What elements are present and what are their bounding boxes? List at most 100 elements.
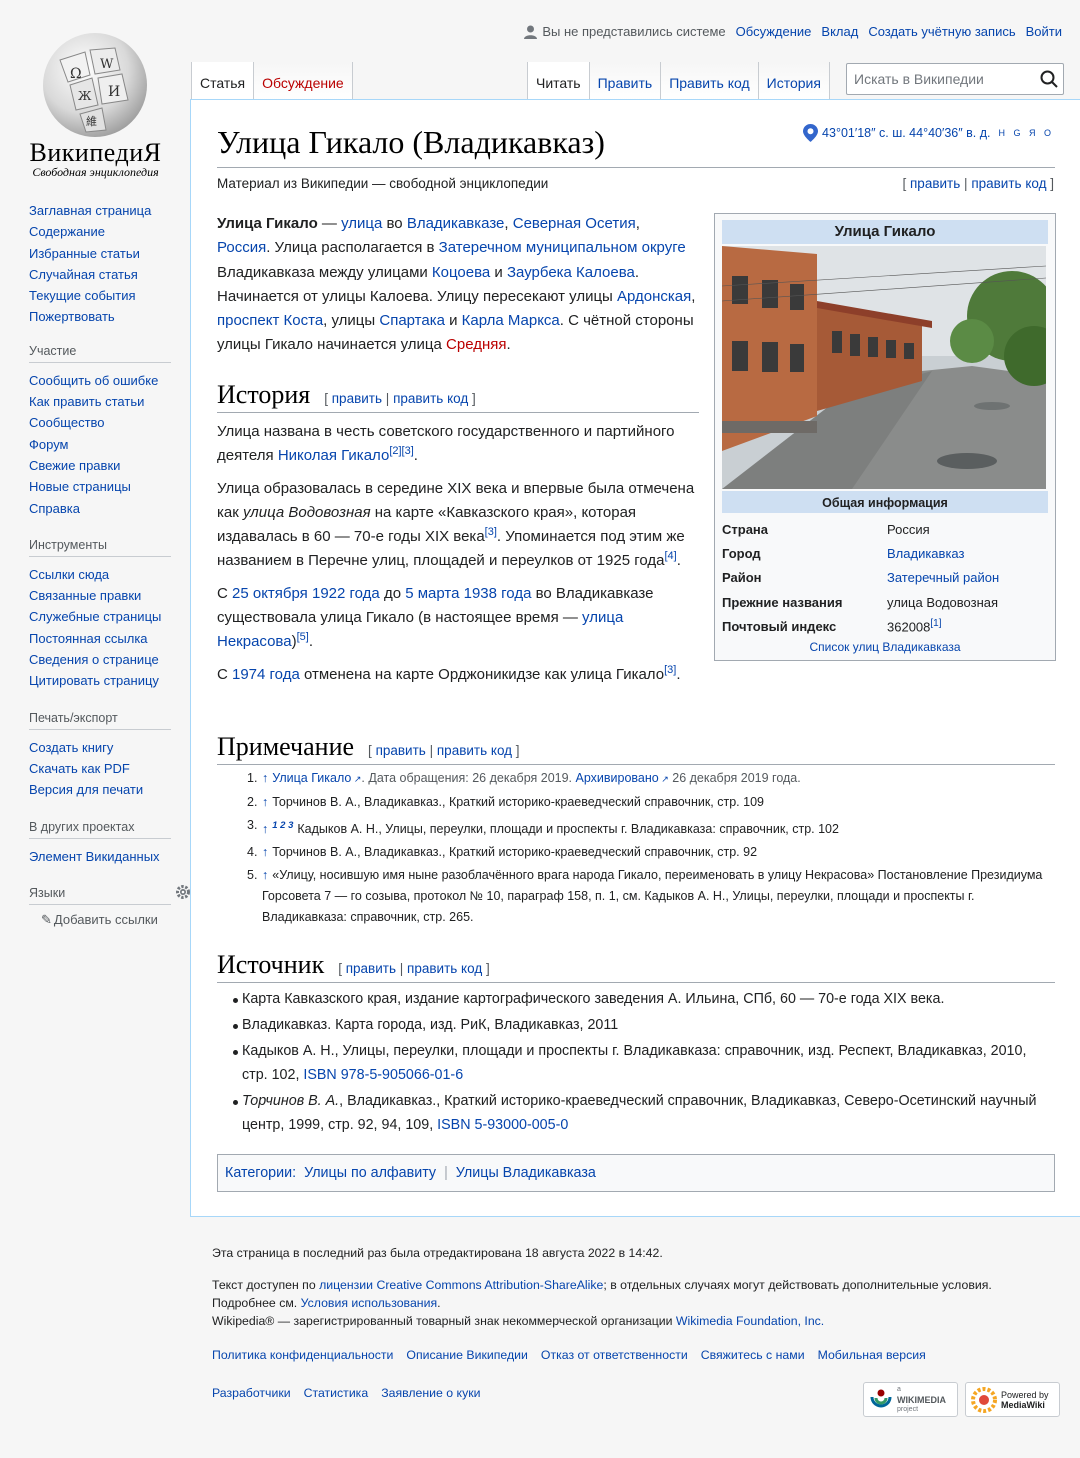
- archive-link[interactable]: Архивировано: [576, 771, 669, 785]
- isbn-link[interactable]: ISBN 978-5-905066-01-6: [303, 1067, 463, 1083]
- sidebar-item-random[interactable]: Случайная статья: [29, 267, 138, 282]
- sidebar-item-cite[interactable]: Цитировать страницу: [29, 673, 159, 688]
- infobox-value-link[interactable]: Затеречный район: [887, 570, 999, 585]
- sources-edit-links: [ править | править код ]: [338, 961, 490, 976]
- isbn-link[interactable]: ISBN 5-93000-005-0: [437, 1117, 568, 1133]
- section-heading-history: История [ править | править код ]: [217, 380, 699, 413]
- section-heading-sources: Источник [ править | править код ]: [217, 950, 1055, 983]
- sidebar-heading-projects: В других проектах: [29, 820, 171, 839]
- wikipedia-logo[interactable]: Ω W И Ж 維 ВикипедиЯ Свободная энциклопед…: [18, 22, 173, 182]
- terms-link[interactable]: Условия использования: [301, 1296, 437, 1310]
- sidebar-item-wikidata[interactable]: Элемент Викиданных: [29, 849, 160, 864]
- sidebar-item-featured[interactable]: Избранные статьи: [29, 246, 140, 261]
- infobox-row-postal-code: Почтовый индекс 362008[1]: [722, 614, 1048, 638]
- sidebar-item-contents[interactable]: Содержание: [29, 224, 105, 239]
- gear-icon[interactable]: [175, 884, 191, 903]
- categories-label[interactable]: Категории:: [225, 1165, 296, 1181]
- footer-link-about[interactable]: Описание Википедии: [406, 1348, 527, 1362]
- infobox-value-link[interactable]: Владикавказ: [887, 546, 964, 561]
- tab-edit[interactable]: Править: [589, 62, 662, 100]
- license-link[interactable]: лицензии Creative Commons Attribution-Sh…: [319, 1278, 603, 1292]
- sidebar-item-special-pages[interactable]: Служебные страницы: [29, 609, 161, 624]
- sidebar-item-related-changes[interactable]: Связанные правки: [29, 588, 141, 603]
- logo-tagline: Свободная энциклопедия: [32, 165, 159, 179]
- infobox-row-district: Район Затеречный район: [722, 566, 1048, 590]
- talk-link[interactable]: Обсуждение: [736, 24, 812, 39]
- sidebar-item-donate[interactable]: Пожертвовать: [29, 309, 115, 324]
- infobox-footer-link[interactable]: Список улиц Владикавказа: [809, 640, 960, 654]
- notes-title: Примечание: [217, 732, 355, 761]
- sidebar-item-what-links-here[interactable]: Ссылки сюда: [29, 567, 109, 582]
- infobox-value: 362008: [887, 619, 931, 635]
- sources-edit-source-link[interactable]: править код: [407, 961, 482, 976]
- infobox-row-country: Страна Россия: [722, 517, 1048, 541]
- footer-link-contact[interactable]: Свяжитесь с нами: [701, 1348, 805, 1362]
- sidebar-item-forum[interactable]: Форум: [29, 437, 69, 452]
- top-edit-link[interactable]: править: [910, 176, 960, 191]
- add-links-button[interactable]: ✎ Добавить ссылки: [29, 912, 190, 928]
- svg-text:Ω: Ω: [70, 66, 82, 82]
- contributions-link[interactable]: Вклад: [821, 24, 858, 39]
- wikimedia-badge[interactable]: a WIKIMEDIA project: [863, 1382, 958, 1417]
- tab-article-label: Статья: [200, 75, 246, 91]
- search-input[interactable]: [847, 64, 1035, 94]
- sidebar-item-page-info[interactable]: Сведения о странице: [29, 652, 159, 667]
- sidebar-item-create-book[interactable]: Создать книгу: [29, 740, 113, 755]
- search-button[interactable]: [1035, 64, 1063, 94]
- tab-history[interactable]: История: [758, 62, 830, 100]
- source-item: Владикавказ. Карта города, изд. РиК, Вла…: [231, 1013, 1051, 1037]
- notes-edit-link[interactable]: править: [376, 743, 426, 758]
- footer-link-disclaimer[interactable]: Отказ от ответственности: [541, 1348, 688, 1362]
- infobox-key: Район: [722, 570, 762, 586]
- sidebar-item-permanent-link[interactable]: Постоянная ссылка: [29, 631, 148, 646]
- sidebar-item-recent-changes[interactable]: Свежие правки: [29, 458, 120, 473]
- sidebar-item-download-pdf[interactable]: Скачать как PDF: [29, 761, 130, 776]
- sidebar-projects: В других проектах Элемент Викиданных: [0, 820, 190, 867]
- footer-link-mobile[interactable]: Мобильная версия: [818, 1348, 926, 1362]
- tab-article[interactable]: Статья: [191, 62, 255, 100]
- footer-link-cookies[interactable]: Заявление о куки: [381, 1386, 480, 1400]
- top-edit-source-link[interactable]: править код: [971, 176, 1046, 191]
- sidebar-item-printable[interactable]: Версия для печати: [29, 782, 143, 797]
- footer-link-privacy[interactable]: Политика конфиденциальности: [212, 1348, 393, 1362]
- sidebar-heading-tools: Инструменты: [29, 538, 171, 557]
- sidebar-navigation: Заглавная страница Содержание Избранные …: [0, 200, 190, 328]
- create-account-link[interactable]: Создать учётную запись: [868, 24, 1015, 39]
- wikimedia-icon: [870, 1389, 892, 1407]
- personal-tools: Вы не представились системе Обсуждение В…: [524, 24, 1062, 39]
- notes-edit-source-link[interactable]: править код: [437, 743, 512, 758]
- postal-ref[interactable]: [1]: [930, 618, 941, 629]
- mediawiki-badge[interactable]: Powered by MediaWiki: [965, 1382, 1060, 1417]
- sidebar-item-current-events[interactable]: Текущие события: [29, 288, 136, 303]
- history-edit-source-link[interactable]: править код: [393, 391, 468, 406]
- tab-talk-label: Обсуждение: [262, 75, 344, 91]
- street-photo[interactable]: [722, 246, 1046, 489]
- category-link[interactable]: Улицы Владикавказа: [456, 1165, 596, 1181]
- tab-talk[interactable]: Обсуждение: [254, 62, 353, 100]
- sidebar-item-new-pages[interactable]: Новые страницы: [29, 479, 131, 494]
- note-backlink[interactable]: ↑: [262, 795, 268, 809]
- category-link[interactable]: Улицы по алфавиту: [304, 1165, 436, 1181]
- footer-link-developers[interactable]: Разработчики: [212, 1386, 291, 1400]
- sidebar-item-how-to-edit[interactable]: Как править статьи: [29, 394, 144, 409]
- note-backlink[interactable]: ↑: [262, 868, 268, 882]
- sidebar-item-community[interactable]: Сообщество: [29, 415, 105, 430]
- sidebar-item-main-page[interactable]: Заглавная страница: [29, 203, 151, 218]
- note-external-link[interactable]: Улица Гикало: [272, 771, 361, 785]
- sidebar-item-help[interactable]: Справка: [29, 501, 80, 516]
- login-link[interactable]: Войти: [1026, 24, 1062, 39]
- note-backlink[interactable]: ↑: [262, 845, 268, 859]
- note-backlink[interactable]: ↑: [262, 822, 268, 836]
- sidebar-item-report-error[interactable]: Сообщить об ошибке: [29, 373, 158, 388]
- tab-read[interactable]: Читать: [527, 62, 590, 100]
- infobox-row-city: Город Владикавказ: [722, 541, 1048, 565]
- history-edit-link[interactable]: править: [332, 391, 382, 406]
- note-backlinks-multi[interactable]: 1 2 3: [272, 820, 293, 831]
- top-edit-links: [ править | править код ]: [902, 176, 1054, 191]
- sources-edit-link[interactable]: править: [346, 961, 396, 976]
- note-backlink[interactable]: ↑: [262, 771, 268, 785]
- tab-edit-source[interactable]: Править код: [661, 62, 759, 100]
- bracket: ]: [1050, 176, 1054, 191]
- footer-link-statistics[interactable]: Статистика: [304, 1386, 369, 1400]
- wmf-link[interactable]: Wikimedia Foundation, Inc.: [676, 1314, 824, 1328]
